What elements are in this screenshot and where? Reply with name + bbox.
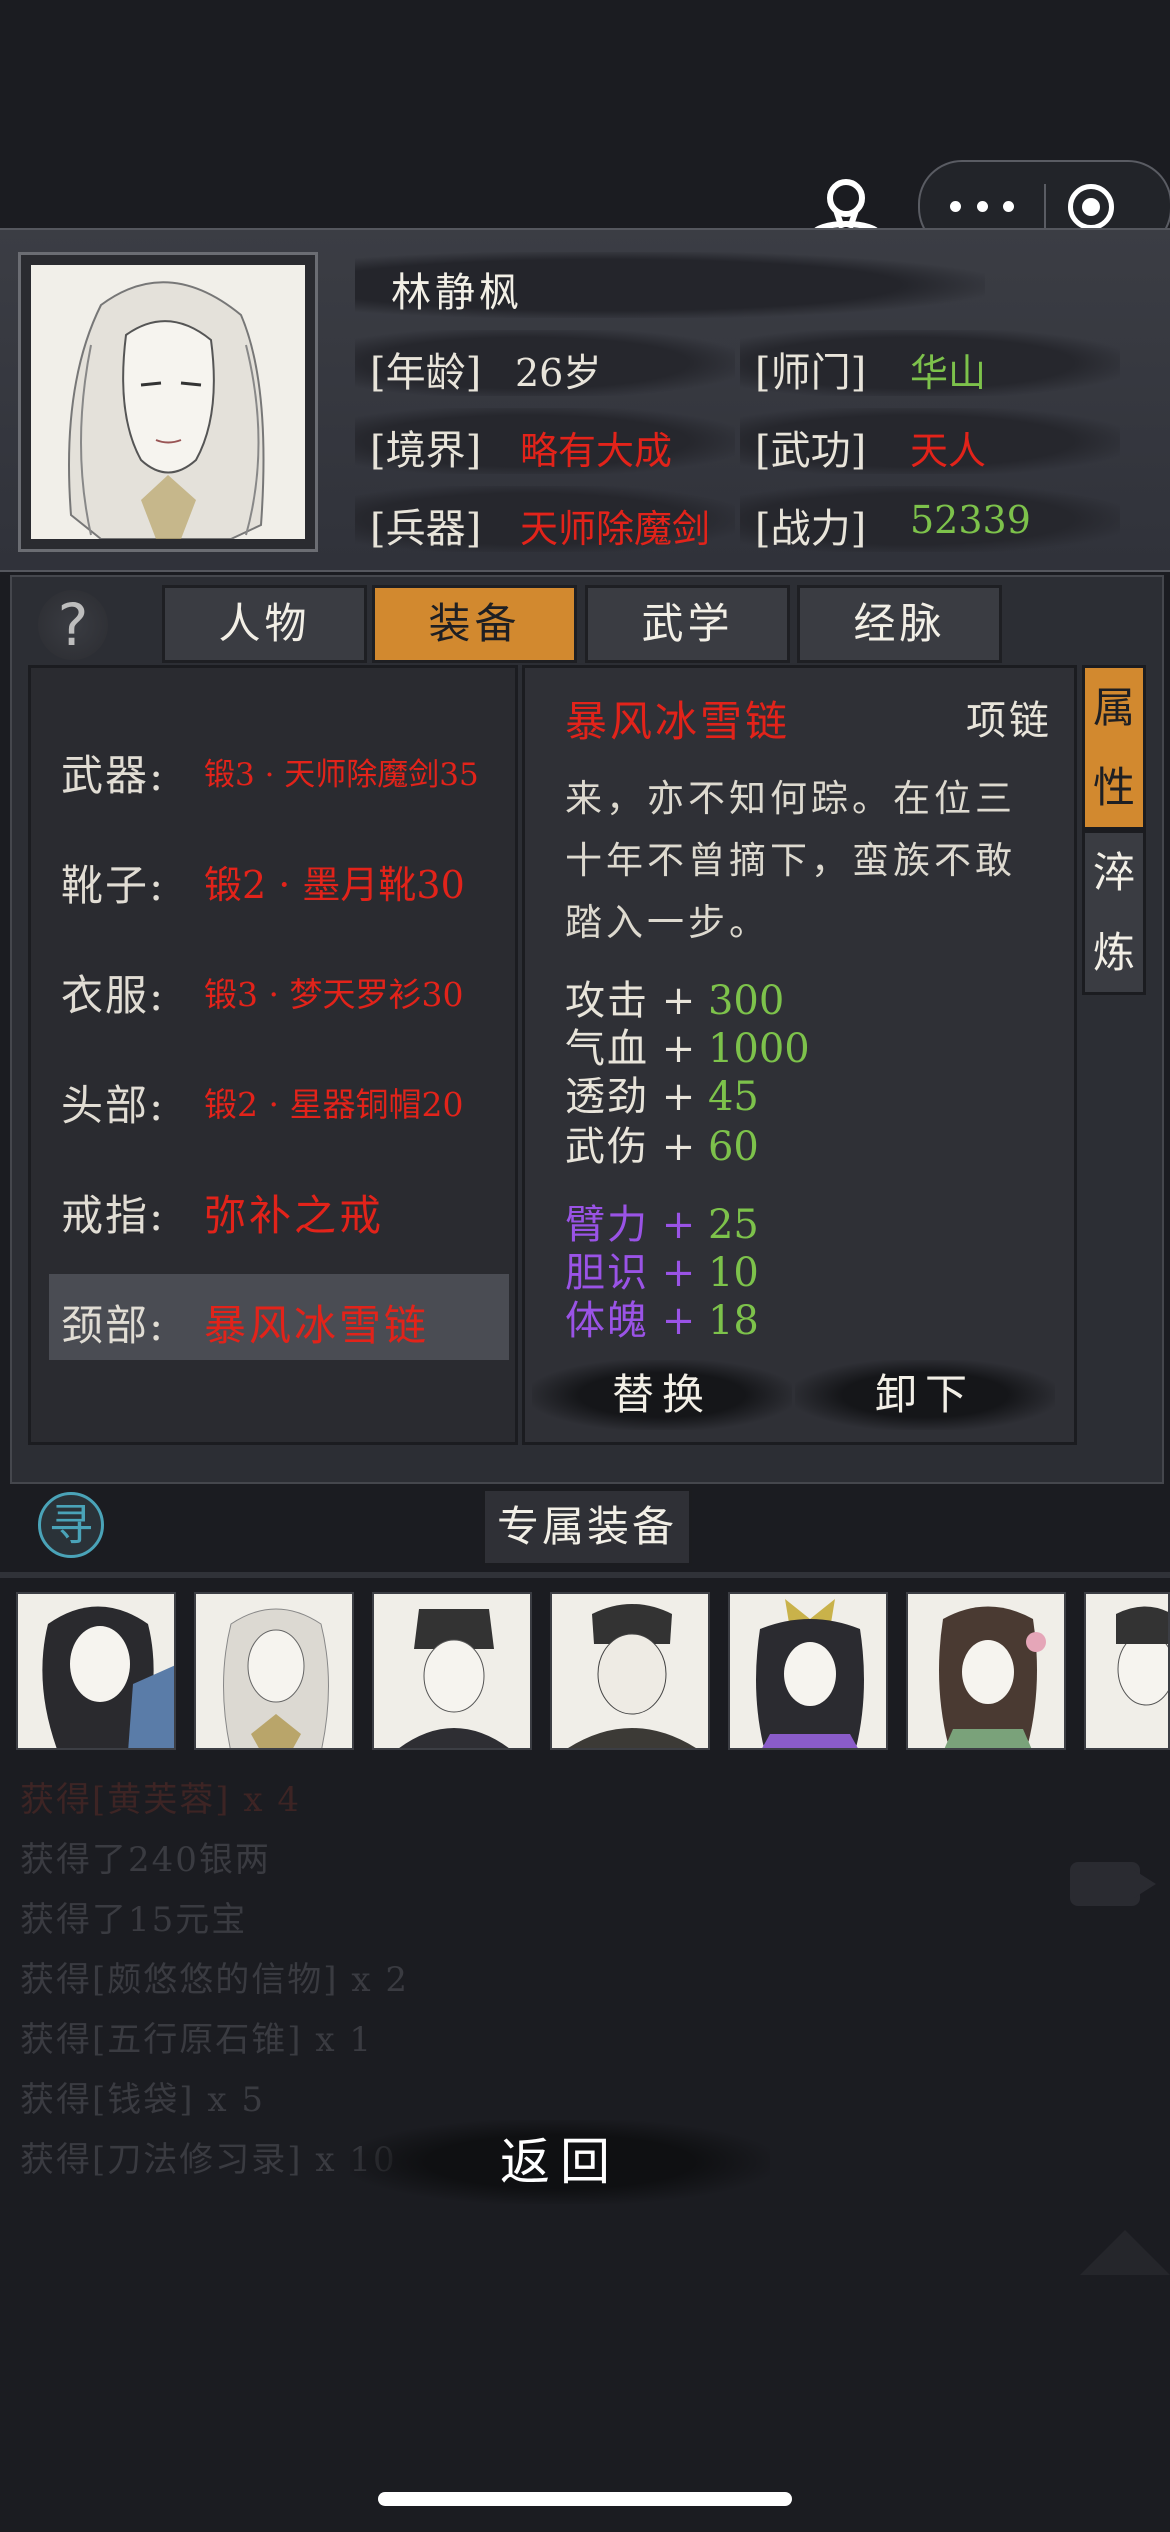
equipment-slots: 武器: 锻3 · 天师除魔剑35 靴子: 锻2 · 墨月靴30 衣服: 锻3 ·… xyxy=(28,665,518,1445)
slot-item: 锻3 · 天师除魔剑35 xyxy=(204,757,479,793)
replace-button[interactable]: 替换 xyxy=(532,1360,792,1430)
companion-portrait[interactable] xyxy=(550,1592,710,1750)
slot-label: 武器: xyxy=(61,751,166,800)
slot-ring[interactable]: 戒指: 弥补之戒 xyxy=(49,1164,509,1250)
slot-label: 靴子: xyxy=(61,861,166,910)
close-miniprogram-icon[interactable] xyxy=(1068,184,1114,230)
unequip-button[interactable]: 卸下 xyxy=(795,1360,1055,1430)
back-button[interactable]: 返回 xyxy=(350,2120,770,2204)
portrait-frame xyxy=(18,252,318,552)
companion-portrait[interactable] xyxy=(16,1592,176,1750)
slot-label: 颈部: xyxy=(61,1301,166,1350)
log-line: 获得了240银两 xyxy=(20,1840,271,1880)
character-portrait xyxy=(31,265,305,539)
name-bar: 林静枫 xyxy=(355,252,985,318)
item-description: 来，亦不知何踪。在位三十年不曾摘下，蛮族不敢踏入一步。 xyxy=(565,777,1016,944)
item-type: 项链 xyxy=(966,698,1052,744)
side-tab-attributes[interactable]: 属 性 xyxy=(1082,665,1146,830)
tab-martial-arts[interactable]: 武学 xyxy=(585,585,790,663)
seek-icon[interactable]: 寻 xyxy=(38,1492,104,1558)
companion-portrait[interactable] xyxy=(372,1592,532,1750)
character-name: 林静枫 xyxy=(391,270,523,316)
side-tab-refine[interactable]: 淬 炼 xyxy=(1082,830,1146,995)
tab-meridians[interactable]: 经脉 xyxy=(797,585,1002,663)
slot-clothes[interactable]: 衣服: 锻3 · 梦天罗衫30 xyxy=(49,944,509,1030)
slot-label: 戒指: xyxy=(61,1191,166,1240)
log-line: 获得了15元宝 xyxy=(20,1900,248,1940)
realm-label: [境界] xyxy=(370,428,482,474)
log-line: 获得[颇悠悠的信物] x 2 xyxy=(20,1960,409,2000)
slot-boots[interactable]: 靴子: 锻2 · 墨月靴30 xyxy=(49,834,509,920)
help-icon[interactable]: ? xyxy=(38,590,108,660)
exclusive-equipment-button[interactable]: 专属装备 xyxy=(482,1488,692,1566)
log-line: 获得[黄芙蓉] x 4 xyxy=(20,1780,301,1820)
sect-label: [师门] xyxy=(755,350,867,396)
scroll-up-icon[interactable] xyxy=(1080,2230,1170,2275)
realm-value: 略有大成 xyxy=(520,429,673,473)
power-row: [战力] 52339 xyxy=(740,486,1120,552)
slot-item: 锻3 · 梦天罗衫30 xyxy=(204,975,464,1014)
slot-item: 弥补之戒 xyxy=(204,1191,385,1240)
weapon-label: [兵器] xyxy=(370,506,482,552)
weapon-row: [兵器] 天师除魔剑 xyxy=(355,486,735,552)
realm-row: [境界] 略有大成 xyxy=(355,408,735,474)
item-detail-panel: 暴风冰雪链 项链 来，亦不知何踪。在位三十年不曾摘下，蛮族不敢踏入一步。 攻击 … xyxy=(522,665,1077,1445)
slot-item: 锻2 · 星器铜帽20 xyxy=(204,1085,464,1124)
age-label: [年龄] xyxy=(370,350,482,396)
martial-value: 天人 xyxy=(910,429,987,473)
stat-constitution: 体魄 + 18 xyxy=(565,1298,759,1344)
log-line: 获得[钱袋] x 5 xyxy=(20,2080,265,2120)
age-row: [年龄] 26岁 xyxy=(355,330,735,396)
companion-portrait[interactable] xyxy=(728,1592,888,1750)
more-icon[interactable] xyxy=(950,180,1014,232)
slot-neck[interactable]: 颈部: 暴风冰雪链 xyxy=(49,1274,509,1360)
slot-item: 锻2 · 墨月靴30 xyxy=(204,863,465,907)
companion-portrait[interactable] xyxy=(194,1592,354,1750)
sect-value: 华山 xyxy=(910,351,987,395)
stat-martial-damage: 武伤 + 60 xyxy=(565,1124,759,1170)
martial-row: [武功] 天人 xyxy=(740,408,1120,474)
power-value: 52339 xyxy=(910,498,1031,542)
slot-label: 衣服: xyxy=(61,971,166,1020)
capsule-divider xyxy=(1044,184,1046,228)
slot-item: 暴风冰雪链 xyxy=(204,1301,430,1350)
slot-label: 头部: xyxy=(61,1081,166,1130)
log-line: 获得[刀法修习录] x 10 xyxy=(20,2140,397,2180)
divider xyxy=(0,1572,1170,1578)
weapon-value: 天师除魔剑 xyxy=(520,507,711,551)
item-name: 暴风冰雪链 xyxy=(565,697,791,746)
age-value: 26岁 xyxy=(515,351,602,395)
companion-portrait[interactable] xyxy=(906,1592,1066,1750)
tab-equipment[interactable]: 装备 xyxy=(372,585,577,663)
sect-row: [师门] 华山 xyxy=(740,330,1120,396)
tab-character[interactable]: 人物 xyxy=(162,585,367,663)
home-indicator[interactable] xyxy=(378,2492,792,2506)
log-line: 获得[五行原石锥] x 1 xyxy=(20,2020,373,2060)
power-label: [战力] xyxy=(755,506,867,552)
video-camera-icon[interactable] xyxy=(1070,1862,1156,1906)
slot-weapon[interactable]: 武器: 锻3 · 天师除魔剑35 xyxy=(49,724,509,810)
slot-head[interactable]: 头部: 锻2 · 星器铜帽20 xyxy=(49,1054,509,1140)
companion-portrait[interactable] xyxy=(1084,1592,1170,1750)
character-header: 林静枫 [年龄] 26岁 [师门] 华山 [境界] 略有大成 [武功] 天人 [… xyxy=(0,228,1170,572)
martial-label: [武功] xyxy=(755,428,867,474)
